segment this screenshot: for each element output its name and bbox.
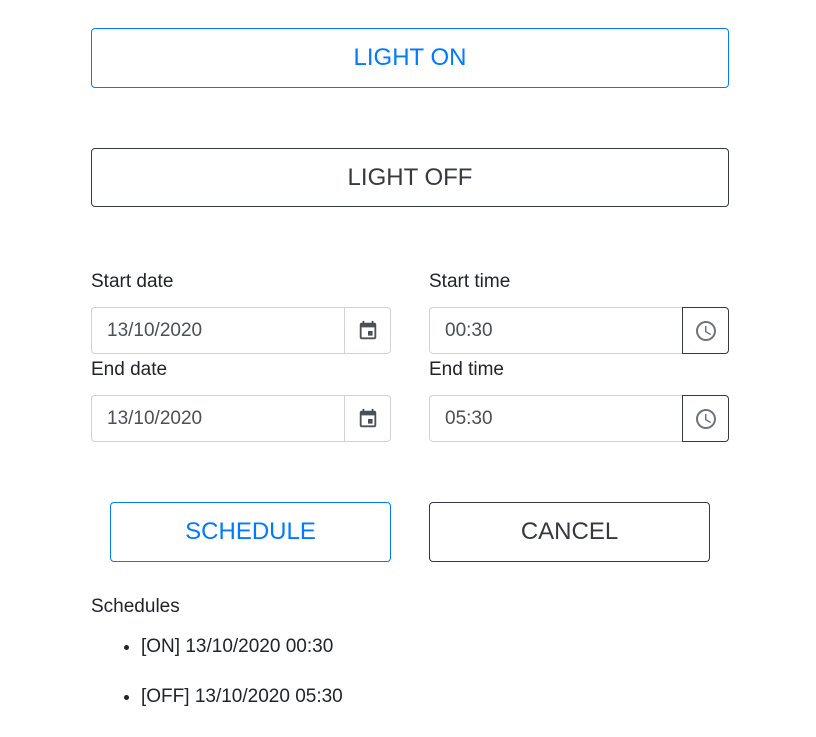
calendar-icon — [359, 408, 376, 427]
start-time-label: Start time — [429, 271, 511, 292]
start-time-group — [429, 307, 729, 354]
schedule-button[interactable]: SCHEDULE — [110, 502, 391, 562]
end-date-label: End date — [91, 359, 168, 380]
start-time-picker-button[interactable] — [682, 307, 729, 354]
end-time-picker-button[interactable] — [682, 395, 729, 442]
end-time-input[interactable] — [429, 395, 682, 442]
schedule-item: [OFF] 13/10/2020 05:30 — [141, 681, 343, 731]
schedules-list: [ON] 13/10/2020 00:30 [OFF] 13/10/2020 0… — [91, 631, 343, 731]
end-date-group — [91, 395, 391, 442]
light-on-button[interactable]: LIGHT ON — [91, 28, 729, 88]
end-time-group — [429, 395, 729, 442]
calendar-icon — [359, 320, 376, 339]
start-date-label: Start date — [91, 271, 174, 292]
clock-icon — [695, 408, 716, 429]
schedule-item: [ON] 13/10/2020 00:30 — [141, 631, 343, 681]
clock-icon — [695, 320, 716, 341]
end-date-picker-button[interactable] — [344, 395, 391, 442]
start-date-input[interactable] — [91, 307, 344, 354]
light-off-button[interactable]: LIGHT OFF — [91, 148, 729, 207]
schedules-heading: Schedules — [91, 596, 180, 617]
start-date-picker-button[interactable] — [344, 307, 391, 354]
cancel-button[interactable]: CANCEL — [429, 502, 710, 562]
end-date-input[interactable] — [91, 395, 344, 442]
end-time-label: End time — [429, 359, 504, 380]
start-date-group — [91, 307, 391, 354]
start-time-input[interactable] — [429, 307, 682, 354]
